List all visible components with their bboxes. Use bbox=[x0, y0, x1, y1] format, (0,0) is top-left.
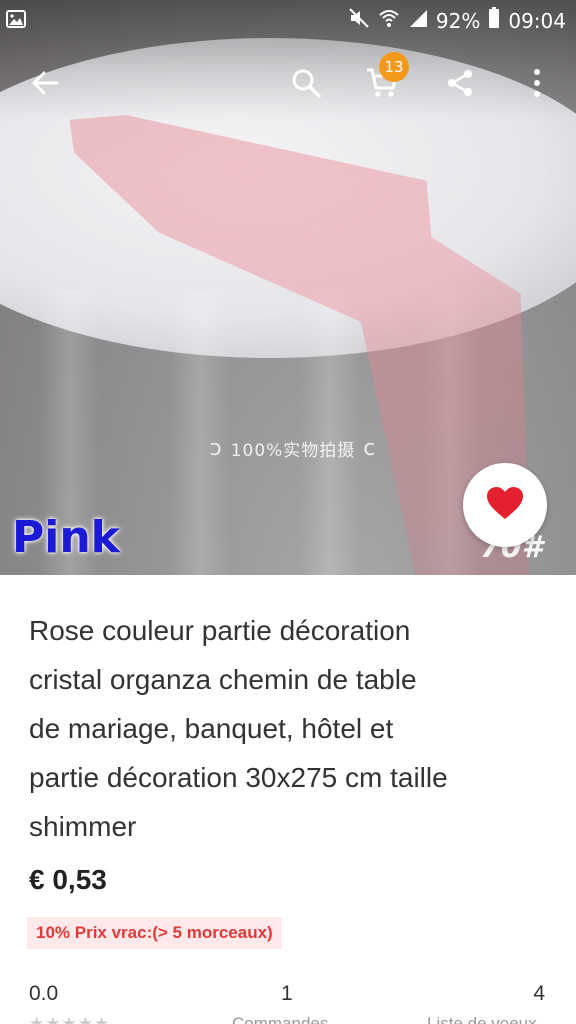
signal-icon bbox=[408, 8, 428, 33]
orders-count: 1 bbox=[281, 982, 293, 1005]
wishlist-count: 4 bbox=[533, 982, 545, 1005]
bulk-price-badge[interactable]: 10% Prix vrac:(> 5 morceaux) bbox=[27, 917, 282, 949]
status-right: 92% 09:04 bbox=[348, 7, 566, 34]
title-line: Rose couleur partie décoration bbox=[29, 615, 411, 646]
cart-badge: 13 bbox=[379, 52, 409, 82]
share-icon[interactable] bbox=[435, 58, 485, 108]
image-icon bbox=[6, 9, 26, 33]
mute-icon bbox=[348, 7, 370, 34]
orders-label: Commandes bbox=[232, 1014, 329, 1024]
watermark-text: 100%实物拍摄 bbox=[230, 440, 356, 461]
status-bar: 92% 09:04 bbox=[0, 0, 576, 40]
product-price: € 0,53 bbox=[29, 864, 107, 895]
title-line: shimmer bbox=[29, 811, 137, 842]
wifi-icon bbox=[378, 7, 400, 34]
color-label: Pink bbox=[12, 512, 120, 563]
swirl-left-icon: ↄ bbox=[209, 435, 223, 461]
title-line: partie décoration 30x275 cm taille bbox=[29, 762, 448, 793]
search-icon[interactable] bbox=[281, 58, 331, 108]
wishlist-label: Liste de voeux bbox=[427, 1014, 537, 1024]
battery-icon bbox=[488, 7, 500, 34]
product-stats: 0.0 ★★★★★ 1 Commandes 4 Liste de voeux bbox=[29, 982, 547, 1024]
favorite-button[interactable] bbox=[463, 463, 547, 547]
battery-percent: 92% bbox=[435, 8, 481, 33]
swirl-right-icon: c bbox=[363, 435, 377, 461]
rating-stars[interactable]: ★★★★★ bbox=[29, 1014, 110, 1024]
product-title: Rose couleur partie décoration cristal o… bbox=[29, 606, 549, 851]
app-bar bbox=[0, 48, 576, 118]
photo-watermark: ↄ 100%实物拍摄 c bbox=[148, 428, 438, 468]
more-vertical-icon[interactable] bbox=[512, 58, 562, 108]
title-line: de mariage, banquet, hôtel et bbox=[29, 713, 394, 744]
heart-icon bbox=[486, 486, 524, 524]
title-line: cristal organza chemin de table bbox=[29, 664, 417, 695]
clock: 09:04 bbox=[508, 8, 566, 33]
back-arrow-icon[interactable] bbox=[20, 58, 70, 108]
rating-value: 0.0 bbox=[29, 982, 59, 1005]
